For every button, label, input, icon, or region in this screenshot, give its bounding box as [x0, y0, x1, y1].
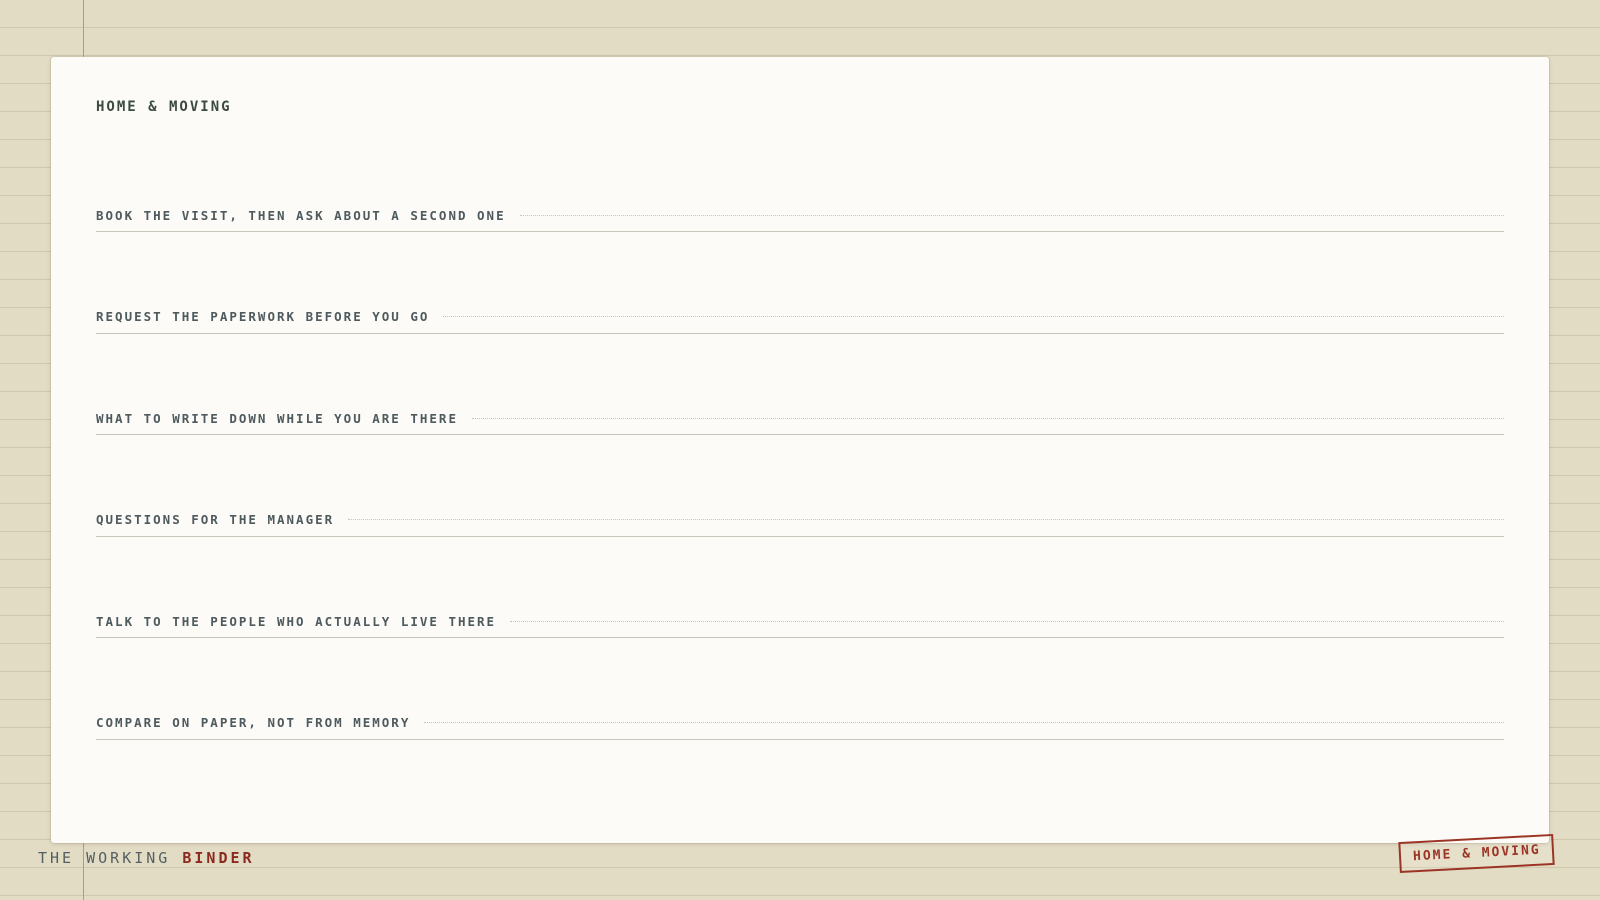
section-book-visit: BOOK THE VISIT, THEN ASK ABOUT A SECOND …	[96, 205, 1504, 307]
section-label: REQUEST THE PAPERWORK BEFORE YOU GO	[96, 309, 430, 324]
section-header[interactable]: TALK TO THE PEOPLE WHO ACTUALLY LIVE THE…	[96, 611, 1504, 638]
section-request-paperwork: REQUEST THE PAPERWORK BEFORE YOU GO	[96, 307, 1504, 409]
binder-sheet: HOME & MOVING BOOK THE VISIT, THEN ASK A…	[51, 57, 1549, 843]
section-label: COMPARE ON PAPER, NOT FROM MEMORY	[96, 715, 411, 730]
section-manager-questions: QUESTIONS FOR THE MANAGER	[96, 510, 1504, 612]
page-title: HOME & MOVING	[96, 99, 232, 115]
section-label: QUESTIONS FOR THE MANAGER	[96, 512, 335, 527]
dotted-leader	[510, 620, 1504, 622]
section-header[interactable]: COMPARE ON PAPER, NOT FROM MEMORY	[96, 713, 1504, 740]
section-label: BOOK THE VISIT, THEN ASK ABOUT A SECOND …	[96, 207, 506, 223]
section-talk-residents: TALK TO THE PEOPLE WHO ACTUALLY LIVE THE…	[96, 611, 1504, 713]
dotted-leader	[348, 519, 1504, 520]
section-label: TALK TO THE PEOPLE WHO ACTUALLY LIVE THE…	[96, 613, 497, 629]
dotted-leader	[424, 722, 1504, 723]
section-header[interactable]: BOOK THE VISIT, THEN ASK ABOUT A SECOND …	[96, 205, 1504, 232]
section-header[interactable]: REQUEST THE PAPERWORK BEFORE YOU GO	[96, 307, 1504, 334]
section-label: WHAT TO WRITE DOWN WHILE YOU ARE THERE	[96, 410, 458, 426]
section-write-down: WHAT TO WRITE DOWN WHILE YOU ARE THERE	[96, 408, 1504, 510]
section-compare-paper: COMPARE ON PAPER, NOT FROM MEMORY	[96, 713, 1504, 815]
dotted-leader	[519, 214, 1504, 216]
brand-accent: BINDER	[182, 849, 255, 867]
section-header[interactable]: QUESTIONS FOR THE MANAGER	[96, 510, 1504, 537]
category-stamp: HOME & MOVING	[1398, 833, 1555, 874]
dotted-leader	[443, 316, 1504, 317]
dotted-leader	[471, 417, 1504, 419]
section-header[interactable]: WHAT TO WRITE DOWN WHILE YOU ARE THERE	[96, 408, 1504, 435]
brand-prefix: THE WORKING	[38, 849, 183, 867]
section-list: BOOK THE VISIT, THEN ASK ABOUT A SECOND …	[96, 205, 1504, 814]
footer-brand: THE WORKING BINDER	[38, 849, 255, 867]
